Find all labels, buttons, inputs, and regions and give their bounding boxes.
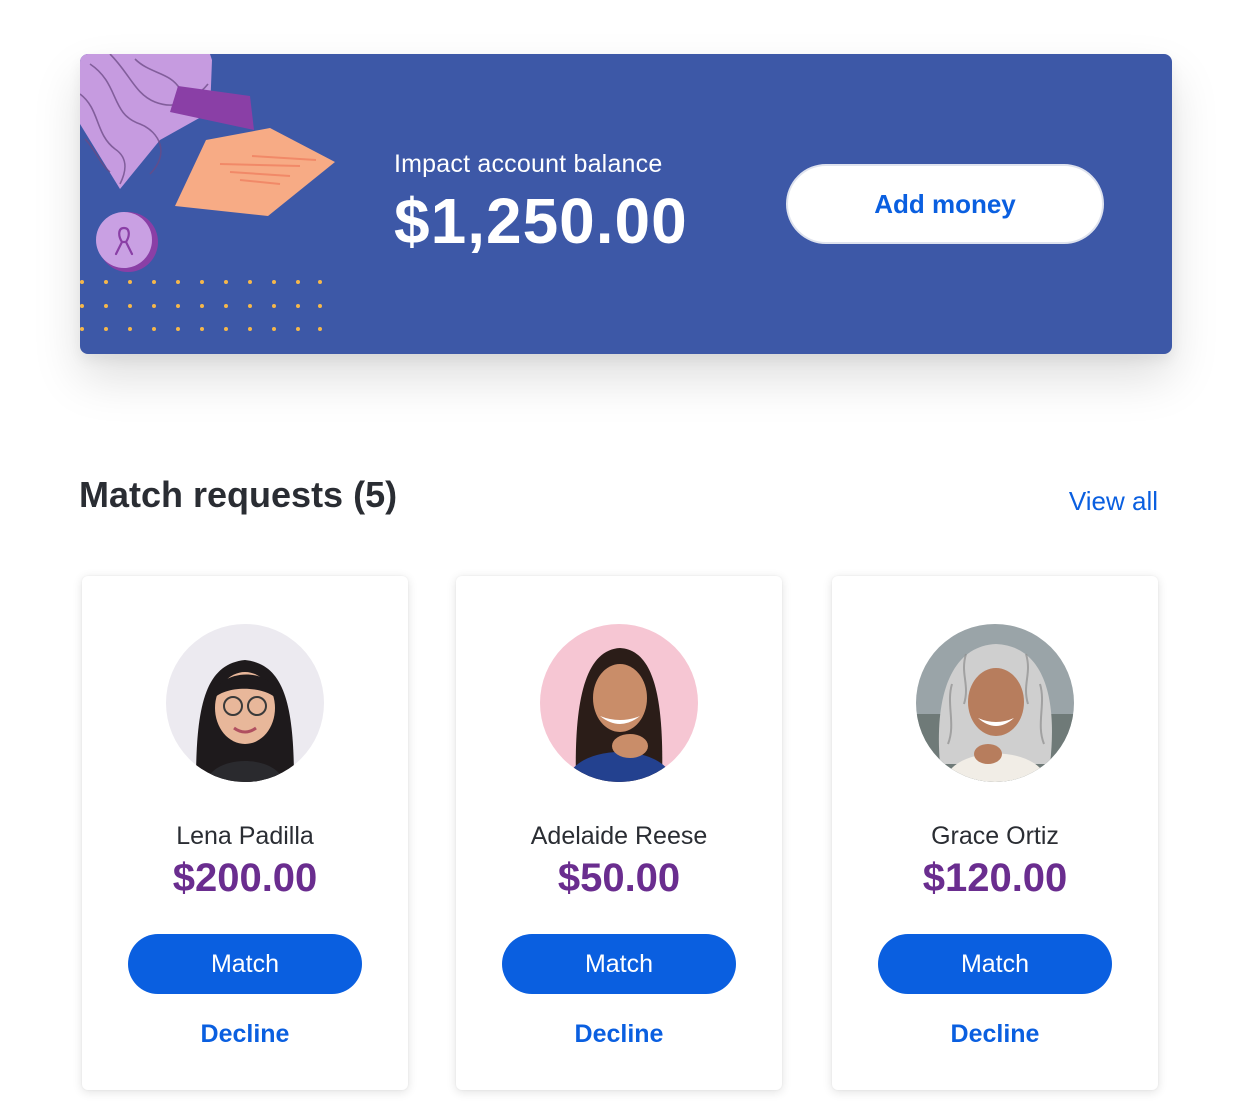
person-name: Lena Padilla <box>176 822 314 850</box>
balance-amount: $1,250.00 <box>394 185 688 257</box>
match-request-card: Adelaide Reese $50.00 Match Decline <box>456 576 782 1090</box>
request-amount: $50.00 <box>557 856 681 900</box>
request-amount: $120.00 <box>922 856 1068 900</box>
decline-button[interactable]: Decline <box>456 1020 782 1049</box>
match-request-card: Lena Padilla $200.00 Match Decline <box>82 576 408 1090</box>
match-requests-title: Match requests (5) <box>79 474 398 515</box>
balance-banner: Impact account balance $1,250.00 Add mon… <box>80 54 1172 354</box>
add-money-button[interactable]: Add money <box>786 164 1104 244</box>
match-request-card: Grace Ortiz $120.00 Match Decline <box>832 576 1158 1090</box>
page: Impact account balance $1,250.00 Add mon… <box>0 0 1252 1108</box>
match-button[interactable]: Match <box>502 934 736 994</box>
avatar <box>166 624 324 782</box>
person-name: Adelaide Reese <box>530 822 708 850</box>
decline-button[interactable]: Decline <box>832 1020 1158 1049</box>
decline-button[interactable]: Decline <box>82 1020 408 1049</box>
decorative-art <box>80 54 335 331</box>
request-amount: $200.00 <box>172 856 318 900</box>
balance-label: Impact account balance <box>394 150 663 178</box>
avatar <box>540 624 698 782</box>
view-all-link[interactable]: View all <box>1069 486 1158 517</box>
match-button[interactable]: Match <box>128 934 362 994</box>
match-button[interactable]: Match <box>878 934 1112 994</box>
person-name: Grace Ortiz <box>931 822 1059 850</box>
avatar <box>916 624 1074 782</box>
